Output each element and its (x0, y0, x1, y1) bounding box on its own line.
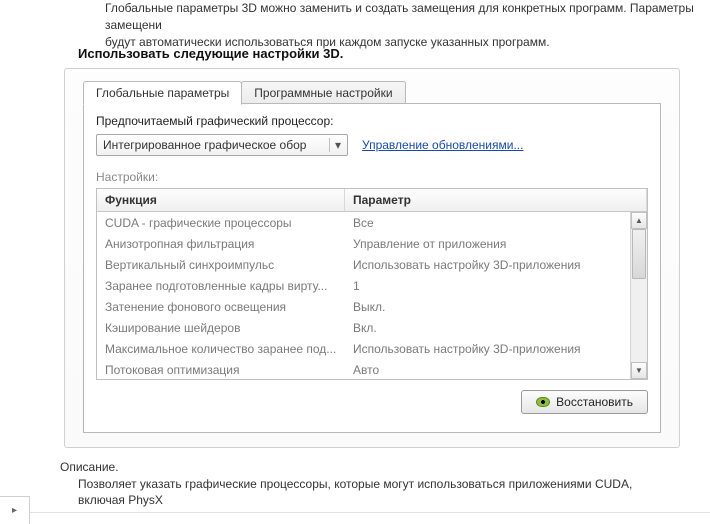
nvidia-icon (536, 397, 550, 407)
chevron-down-icon: ▾ (329, 138, 343, 152)
header-function[interactable]: Функция (97, 189, 345, 211)
tabpanel-global: Предпочитаемый графический процессор: Ин… (83, 103, 661, 433)
scrollbar[interactable]: ▲ ▼ (630, 212, 647, 379)
cell-parameter: Управление от приложения (345, 237, 647, 251)
cell-parameter: 1 (345, 279, 647, 293)
table-row[interactable]: Анизотропная фильтрацияУправление от при… (97, 233, 647, 254)
cell-function: Максимальное количество заранее под... (97, 342, 345, 356)
cell-parameter: Использовать настройку 3D-приложения (345, 342, 647, 356)
tab-program-settings[interactable]: Программные настройки (241, 81, 405, 104)
cell-parameter: Авто (345, 363, 647, 377)
cell-parameter: Вкл. (345, 321, 647, 335)
cell-function: Затенение фонового освещения (97, 300, 345, 314)
cell-parameter: Все (345, 216, 647, 230)
cell-function: Заранее подготовленные кадры вирту... (97, 279, 345, 293)
scroll-down-button[interactable]: ▼ (631, 362, 647, 379)
description-body: Позволяет указать графические процессоры… (60, 476, 680, 508)
scroll-thumb[interactable] (632, 229, 646, 279)
intro-text: Глобальные параметры 3D можно заменить и… (105, 0, 705, 50)
preferred-gpu-value: Интегрированное графическое обор (103, 138, 306, 152)
cell-function: Анизотропная фильтрация (97, 237, 345, 251)
cell-function: CUDA - графические процессоры (97, 216, 345, 230)
tab-program-label: Программные настройки (254, 86, 392, 100)
bottom-divider (30, 512, 710, 524)
grid-body: CUDA - графические процессорыВсеАнизотро… (97, 212, 647, 379)
table-row[interactable]: Заранее подготовленные кадры вирту...1 (97, 275, 647, 296)
tabstrip: Глобальные параметры Программные настрой… (83, 81, 406, 104)
manage-updates-link[interactable]: Управление обновлениями... (362, 138, 523, 152)
table-row[interactable]: Вертикальный синхроимпульсИспользовать н… (97, 254, 647, 275)
preferred-gpu-row: Интегрированное графическое обор ▾ Управ… (96, 134, 648, 156)
settings-panel: Глобальные параметры Программные настрой… (64, 68, 680, 448)
tab-global-label: Глобальные параметры (96, 86, 229, 100)
scroll-up-button[interactable]: ▲ (631, 212, 647, 229)
description-block: Описание. Позволяет указать графические … (60, 460, 680, 508)
cell-function: Вертикальный синхроимпульс (97, 258, 345, 272)
settings-label: Настройки: (96, 170, 648, 184)
grid-header: Функция Параметр (97, 189, 647, 212)
table-row[interactable]: Потоковая оптимизацияАвто (97, 359, 647, 379)
cell-function: Кэширование шейдеров (97, 321, 345, 335)
cell-function: Потоковая оптимизация (97, 363, 345, 377)
table-row[interactable]: Затенение фонового освещенияВыкл. (97, 296, 647, 317)
cell-parameter: Использовать настройку 3D-приложения (345, 258, 647, 272)
tab-global-params[interactable]: Глобальные параметры (83, 81, 242, 105)
section-title: Использовать следующие настройки 3D. (78, 46, 343, 61)
description-title: Описание. (60, 460, 680, 474)
table-row[interactable]: Максимальное количество заранее под...Ис… (97, 338, 647, 359)
scroll-track[interactable] (631, 229, 647, 362)
settings-grid: Функция Параметр CUDA - графические проц… (96, 188, 648, 380)
cell-parameter: Выкл. (345, 300, 647, 314)
collapse-handle[interactable]: ▸ (0, 496, 30, 524)
restore-button[interactable]: Восстановить (521, 390, 648, 414)
preferred-gpu-dropdown[interactable]: Интегрированное графическое обор ▾ (96, 134, 348, 156)
header-parameter[interactable]: Параметр (345, 189, 647, 211)
restore-label: Восстановить (556, 395, 633, 409)
intro-line1: Глобальные параметры 3D можно заменить и… (105, 1, 694, 32)
preferred-gpu-label: Предпочитаемый графический процессор: (96, 114, 648, 128)
table-row[interactable]: CUDA - графические процессорыВсе (97, 212, 647, 233)
button-row: Восстановить (96, 390, 648, 414)
table-row[interactable]: Кэширование шейдеровВкл. (97, 317, 647, 338)
